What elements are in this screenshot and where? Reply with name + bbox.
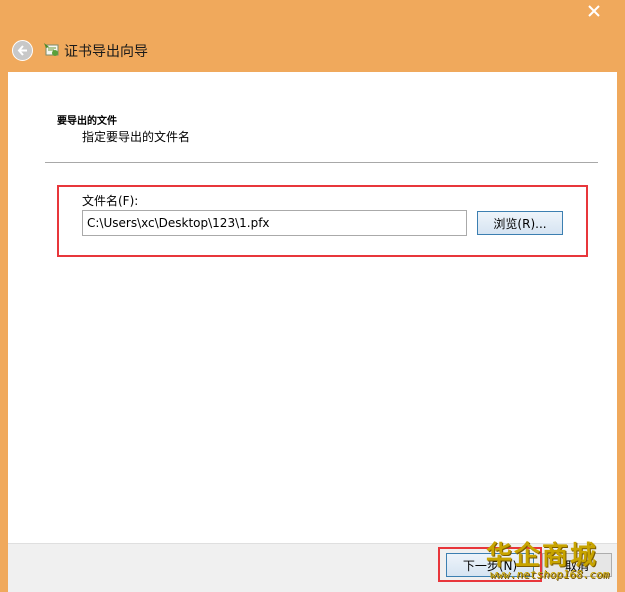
section-subtitle: 指定要导出的文件名 bbox=[82, 130, 191, 144]
back-button[interactable] bbox=[12, 40, 33, 61]
wizard-footer: 下一步(N) 取消 bbox=[8, 543, 617, 592]
next-highlight-box bbox=[438, 547, 542, 582]
divider bbox=[45, 162, 598, 163]
close-icon bbox=[588, 5, 600, 17]
wizard-title: 证书导出向导 bbox=[64, 44, 148, 60]
file-name-input[interactable] bbox=[82, 210, 467, 236]
cancel-button[interactable]: 取消 bbox=[542, 553, 612, 577]
wizard-content: 要导出的文件 指定要导出的文件名 文件名(F): 浏览(R)... bbox=[8, 72, 617, 543]
close-button[interactable] bbox=[572, 0, 616, 22]
file-name-label: 文件名(F): bbox=[82, 194, 139, 208]
wizard-header: 证书导出向导 bbox=[8, 30, 617, 72]
certificate-wizard-icon bbox=[44, 43, 59, 56]
browse-button[interactable]: 浏览(R)... bbox=[477, 211, 563, 235]
section-title: 要导出的文件 bbox=[57, 116, 117, 127]
title-bar bbox=[0, 0, 625, 30]
back-arrow-icon bbox=[17, 45, 27, 56]
